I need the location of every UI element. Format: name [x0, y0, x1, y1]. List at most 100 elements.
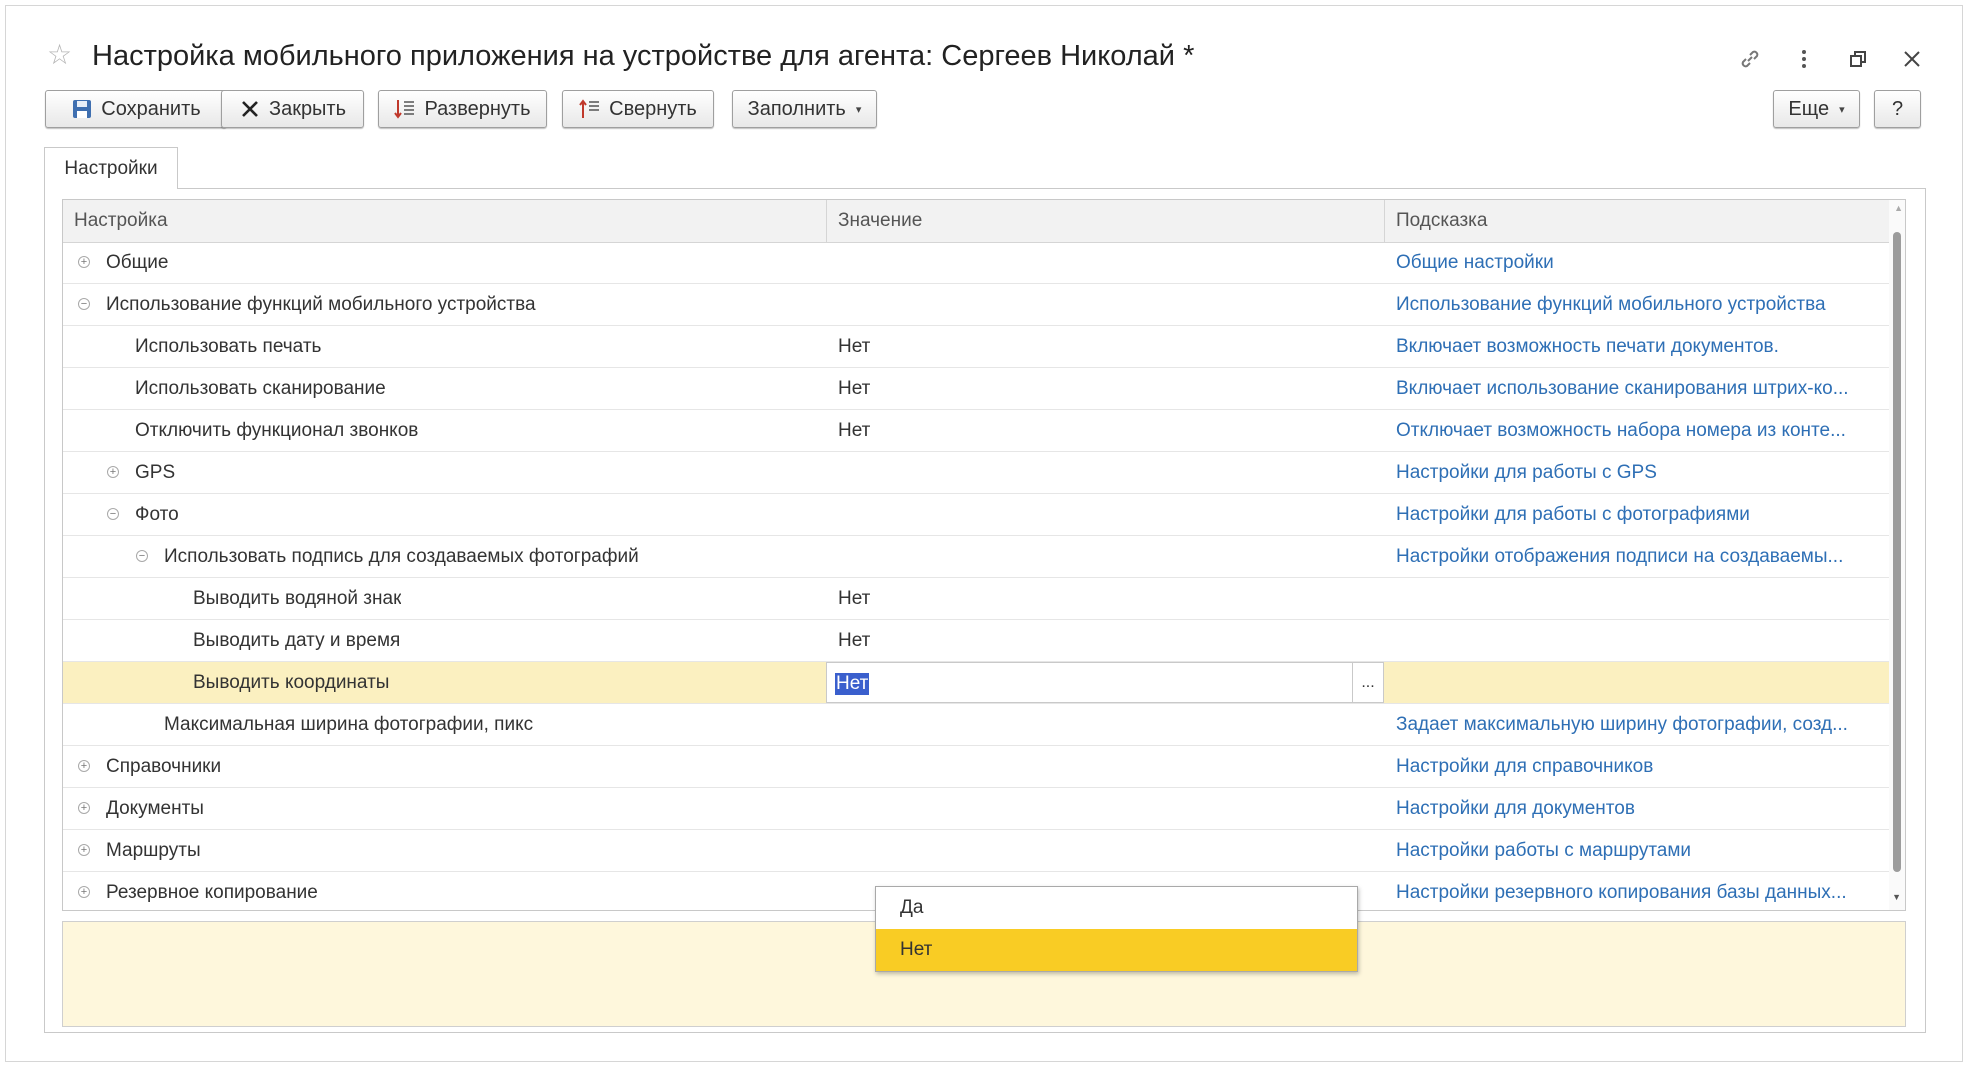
setting-name: Фото [135, 503, 179, 525]
expand-node-icon[interactable]: + [78, 760, 90, 772]
chevron-down-icon: ▾ [1839, 103, 1845, 116]
scrollbar-thumb[interactable] [1893, 232, 1901, 872]
setting-name: Документы [106, 797, 204, 819]
setting-name: Общие [106, 251, 169, 273]
window-controls [1736, 44, 1926, 74]
setting-hint-link[interactable]: Настройки работы с маршрутами [1396, 830, 1881, 871]
column-header-setting[interactable]: Настройка [63, 200, 826, 242]
table-row[interactable]: + Документы Настройки для документов [63, 788, 1890, 830]
dropdown-option-no[interactable]: Нет [876, 929, 1357, 971]
table-row[interactable]: Использовать печать Нет Включает возможнос… [63, 326, 1890, 368]
setting-hint-link[interactable]: Общие настройки [1396, 242, 1881, 283]
vertical-scrollbar[interactable]: ▲ ▼ [1889, 200, 1905, 910]
table-row[interactable]: Выводить координаты Нет... [63, 662, 1890, 704]
setting-name: Использовать подпись для создаваемых фот… [164, 545, 639, 567]
collapse-button[interactable]: Свернуть [562, 90, 714, 128]
setting-value[interactable]: Нет [838, 578, 870, 619]
setting-hint-link[interactable]: Задает максимальную ширину фотографии, с… [1396, 704, 1881, 745]
fill-button-label: Заполнить [747, 97, 846, 120]
star-icon[interactable]: ☆ [47, 41, 72, 69]
collapse-node-icon[interactable]: − [78, 298, 90, 310]
settings-window: ☆ Настройка мобильного приложения на уст… [5, 5, 1963, 1062]
grid-header: Настройка Значение Подсказка [63, 200, 1890, 243]
setting-name: Использовать печать [135, 335, 322, 357]
setting-value[interactable]: Нет [838, 368, 870, 409]
close-button-label: Закрыть [268, 97, 347, 120]
save-button[interactable]: Сохранить [45, 90, 227, 128]
setting-value[interactable]: Нет [838, 620, 870, 661]
setting-hint-link[interactable]: Настройки отображения подписи на создава… [1396, 536, 1881, 577]
setting-name: Выводить дату и время [193, 629, 401, 651]
title-bar: ☆ Настройка мобильного приложения на уст… [6, 6, 1962, 86]
close-x-icon [239, 98, 261, 120]
table-row[interactable]: + Справочники Настройки для справочников [63, 746, 1890, 788]
setting-name: Резервное копирование [106, 881, 318, 903]
setting-name: Справочники [106, 755, 222, 777]
settings-panel: Настройка Значение Подсказка + Общие Общие… [44, 188, 1926, 1033]
setting-hint-link[interactable]: Отключает возможность набора номера из к… [1396, 410, 1881, 451]
table-row[interactable]: − Использовать подпись для создаваемых фо… [63, 536, 1890, 578]
more-vertical-icon[interactable] [1790, 45, 1818, 73]
table-row[interactable]: − Фото Настройки для работы с фотографиями [63, 494, 1890, 536]
setting-hint-link[interactable]: Включает возможность печати документов. [1396, 326, 1881, 367]
setting-hint-link[interactable]: Настройки для документов [1396, 788, 1881, 829]
more-button-label: Еще [1788, 97, 1830, 120]
setting-hint-link[interactable] [1396, 662, 1881, 703]
setting-value[interactable]: Нет [838, 326, 870, 367]
collapse-node-icon[interactable]: − [136, 550, 148, 562]
link-icon[interactable] [1736, 45, 1764, 73]
setting-hint-link[interactable]: Настройки резервного копирования базы да… [1396, 872, 1881, 910]
expand-button-label: Развернуть [424, 97, 531, 120]
collapse-button-label: Свернуть [609, 97, 697, 120]
expand-node-icon[interactable]: + [78, 886, 90, 898]
expand-node-icon[interactable]: + [78, 256, 90, 268]
scroll-down-icon[interactable]: ▼ [1892, 892, 1901, 902]
table-row[interactable]: Выводить водяной знак Нет [63, 578, 1890, 620]
column-header-hint[interactable]: Подсказка [1384, 200, 1890, 242]
setting-hint-link[interactable]: Настройки для справочников [1396, 746, 1881, 787]
table-row[interactable]: + Общие Общие настройки [63, 242, 1890, 284]
setting-hint-link[interactable] [1396, 578, 1881, 619]
more-button[interactable]: Еще ▾ [1773, 90, 1860, 128]
save-icon [71, 98, 93, 120]
setting-name: Максимальная ширина фотографии, пикс [164, 713, 534, 735]
column-header-value[interactable]: Значение [826, 200, 1384, 242]
setting-hint-link[interactable]: Настройки для работы с фотографиями [1396, 494, 1881, 535]
setting-hint-link[interactable] [1396, 620, 1881, 661]
tab-settings[interactable]: Настройки [44, 147, 178, 189]
setting-name: Использовать сканирование [135, 377, 386, 399]
expand-node-icon[interactable]: + [107, 466, 119, 478]
value-dropdown-list: Да Нет [875, 886, 1358, 972]
setting-name: Выводить координаты [193, 671, 390, 693]
table-row[interactable]: + GPS Настройки для работы с GPS [63, 452, 1890, 494]
collapse-node-icon[interactable]: − [107, 508, 119, 520]
expand-node-icon[interactable]: + [78, 844, 90, 856]
scroll-up-icon[interactable]: ▲ [1894, 203, 1903, 213]
expand-button[interactable]: Развернуть [378, 90, 547, 128]
table-row[interactable]: Использовать сканирование Нет Включает исп… [63, 368, 1890, 410]
fill-button[interactable]: Заполнить ▾ [732, 90, 877, 128]
value-editor-field[interactable]: Нет... [826, 662, 1384, 703]
setting-hint-link[interactable]: Использование функций мобильного устройс… [1396, 284, 1881, 325]
setting-name: Использование функций мобильного устройс… [106, 293, 536, 315]
table-row[interactable]: Выводить дату и время Нет [63, 620, 1890, 662]
setting-name: GPS [135, 461, 176, 483]
table-row[interactable]: − Использование функций мобильного устрой… [63, 284, 1890, 326]
chevron-down-icon: ▾ [855, 103, 862, 116]
table-row[interactable]: + Маршруты Настройки работы с маршрутами [63, 830, 1890, 872]
table-row[interactable]: Максимальная ширина фотографии, пикс Зада… [63, 704, 1890, 746]
setting-hint-link[interactable]: Настройки для работы с GPS [1396, 452, 1881, 493]
help-button[interactable]: ? [1874, 90, 1921, 128]
setting-name: Маршруты [106, 839, 201, 861]
table-row[interactable]: Отключить функционал звонков Нет Отключает… [63, 410, 1890, 452]
choice-button[interactable]: ... [1352, 663, 1383, 702]
close-button[interactable]: Закрыть [221, 90, 364, 128]
setting-value[interactable]: Нет [838, 410, 870, 451]
restore-window-icon[interactable] [1844, 45, 1872, 73]
dropdown-option-yes[interactable]: Да [876, 887, 1357, 929]
expand-node-icon[interactable]: + [78, 802, 90, 814]
setting-hint-link[interactable]: Включает использование сканирования штри… [1396, 368, 1881, 409]
save-button-label: Сохранить [101, 97, 201, 120]
close-icon[interactable] [1898, 45, 1926, 73]
collapse-tree-icon [579, 98, 601, 120]
